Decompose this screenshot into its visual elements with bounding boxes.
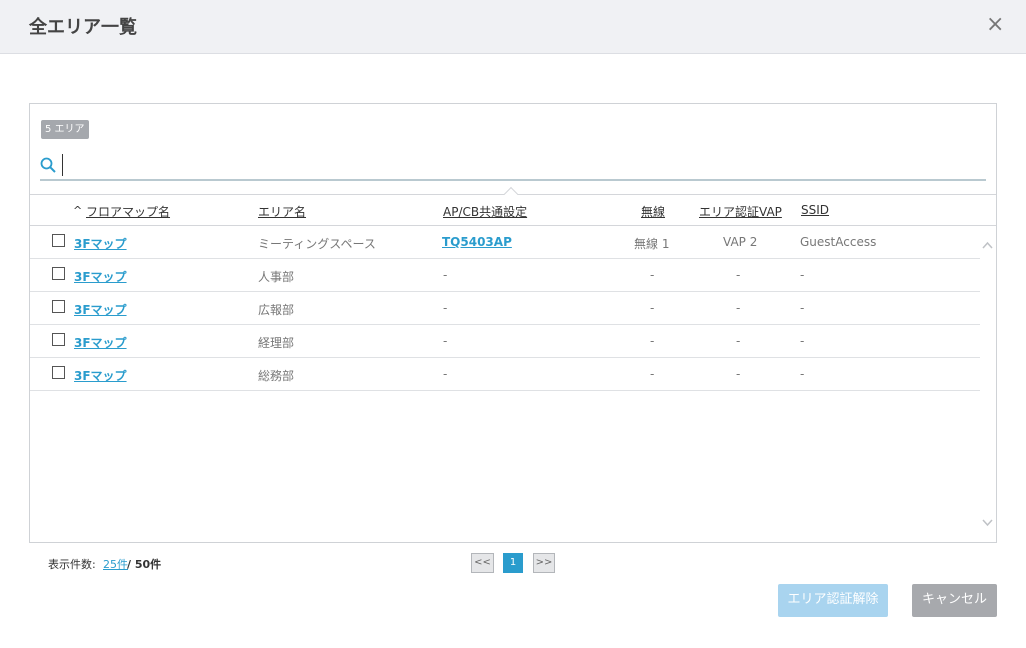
ap-cb-value: - <box>443 334 448 348</box>
row-checkbox[interactable] <box>52 333 65 346</box>
ap-cb-value: - <box>443 367 448 381</box>
floor-map-link[interactable]: 3Fマップ <box>74 268 127 285</box>
vap-value: VAP 2 <box>723 235 758 249</box>
floor-map-link[interactable]: 3Fマップ <box>74 334 127 351</box>
wireless-value: 無線 1 <box>634 237 670 251</box>
sort-ascending-icon: ^ <box>73 204 83 217</box>
area-count-badge: 5 エリア <box>41 120 89 139</box>
table-row: 3Fマップ 総務部 - - - - <box>30 358 980 391</box>
area-list-panel: 5 エリア ^ フロアマップ名 エリア名 AP/CB共通設定 無線 エリア認証V… <box>29 103 997 543</box>
area-name: 経理部 <box>258 336 295 350</box>
area-name: 人事部 <box>258 270 295 284</box>
cancel-button[interactable]: キャンセル <box>912 584 997 617</box>
row-checkbox[interactable] <box>52 300 65 313</box>
column-area[interactable]: エリア名 <box>258 203 306 220</box>
search-bar <box>40 150 986 181</box>
table-row: 3Fマップ 広報部 - - - - <box>30 292 980 325</box>
per-page-link[interactable]: 25件 <box>103 556 128 572</box>
pagination-page-1[interactable]: 1 <box>503 553 523 573</box>
vap-value: - <box>736 268 741 282</box>
search-icon <box>40 157 56 173</box>
table-scrollbar[interactable] <box>979 226 996 542</box>
vap-value: - <box>736 334 741 348</box>
row-checkbox[interactable] <box>52 366 65 379</box>
chevron-up-icon[interactable] <box>982 240 993 251</box>
ssid-value: - <box>800 334 805 348</box>
ssid-value: - <box>800 367 805 381</box>
floor-map-link[interactable]: 3Fマップ <box>74 301 127 318</box>
display-count-label: 表示件数: <box>48 558 96 571</box>
vap-value: - <box>736 367 741 381</box>
column-ssid[interactable]: SSID <box>801 203 829 217</box>
dialog-header: 全エリア一覧 × <box>0 0 1026 54</box>
column-vap[interactable]: エリア認証VAP <box>699 203 782 220</box>
table-body: 3Fマップ ミーティングスペース TQ5403AP 無線 1 VAP 2 Gue… <box>30 226 980 391</box>
ssid-value: GuestAccess <box>800 235 877 249</box>
vap-value: - <box>736 301 741 315</box>
column-floor-map[interactable]: フロアマップ名 <box>86 203 170 220</box>
ap-cb-value: - <box>443 268 448 282</box>
ssid-value: - <box>800 268 805 282</box>
wireless-value: - <box>650 367 655 381</box>
column-wireless[interactable]: 無線 <box>641 203 665 220</box>
wireless-value: - <box>650 268 655 282</box>
table-header: ^ フロアマップ名 エリア名 AP/CB共通設定 無線 エリア認証VAP SSI… <box>30 186 996 226</box>
dialog-title: 全エリア一覧 <box>29 17 137 38</box>
wireless-value: - <box>650 334 655 348</box>
column-indicator-notch <box>503 186 519 202</box>
table-row: 3Fマップ ミーティングスペース TQ5403AP 無線 1 VAP 2 Gue… <box>30 226 980 259</box>
chevron-down-icon[interactable] <box>982 517 993 528</box>
column-ap-cb[interactable]: AP/CB共通設定 <box>443 203 527 220</box>
floor-map-link[interactable]: 3Fマップ <box>74 367 127 384</box>
total-count: / 50件 <box>127 558 162 571</box>
wireless-value: - <box>650 301 655 315</box>
ap-cb-link[interactable]: TQ5403AP <box>442 235 512 249</box>
floor-map-link[interactable]: 3Fマップ <box>74 235 127 252</box>
area-name: 総務部 <box>258 369 295 383</box>
pagination-next-button[interactable]: >> <box>533 553 555 573</box>
area-name: 広報部 <box>258 303 295 317</box>
table-row: 3Fマップ 経理部 - - - - <box>30 325 980 358</box>
release-area-auth-button[interactable]: エリア認証解除 <box>778 584 888 617</box>
row-checkbox[interactable] <box>52 267 65 280</box>
table-row: 3Fマップ 人事部 - - - - <box>30 259 980 292</box>
ssid-value: - <box>800 301 805 315</box>
close-icon[interactable]: × <box>986 14 1004 36</box>
area-name: ミーティングスペース <box>258 237 376 251</box>
row-checkbox[interactable] <box>52 234 65 247</box>
ap-cb-value: - <box>443 301 448 315</box>
pagination-prev-button[interactable]: << <box>471 553 494 573</box>
search-input[interactable] <box>62 154 962 176</box>
